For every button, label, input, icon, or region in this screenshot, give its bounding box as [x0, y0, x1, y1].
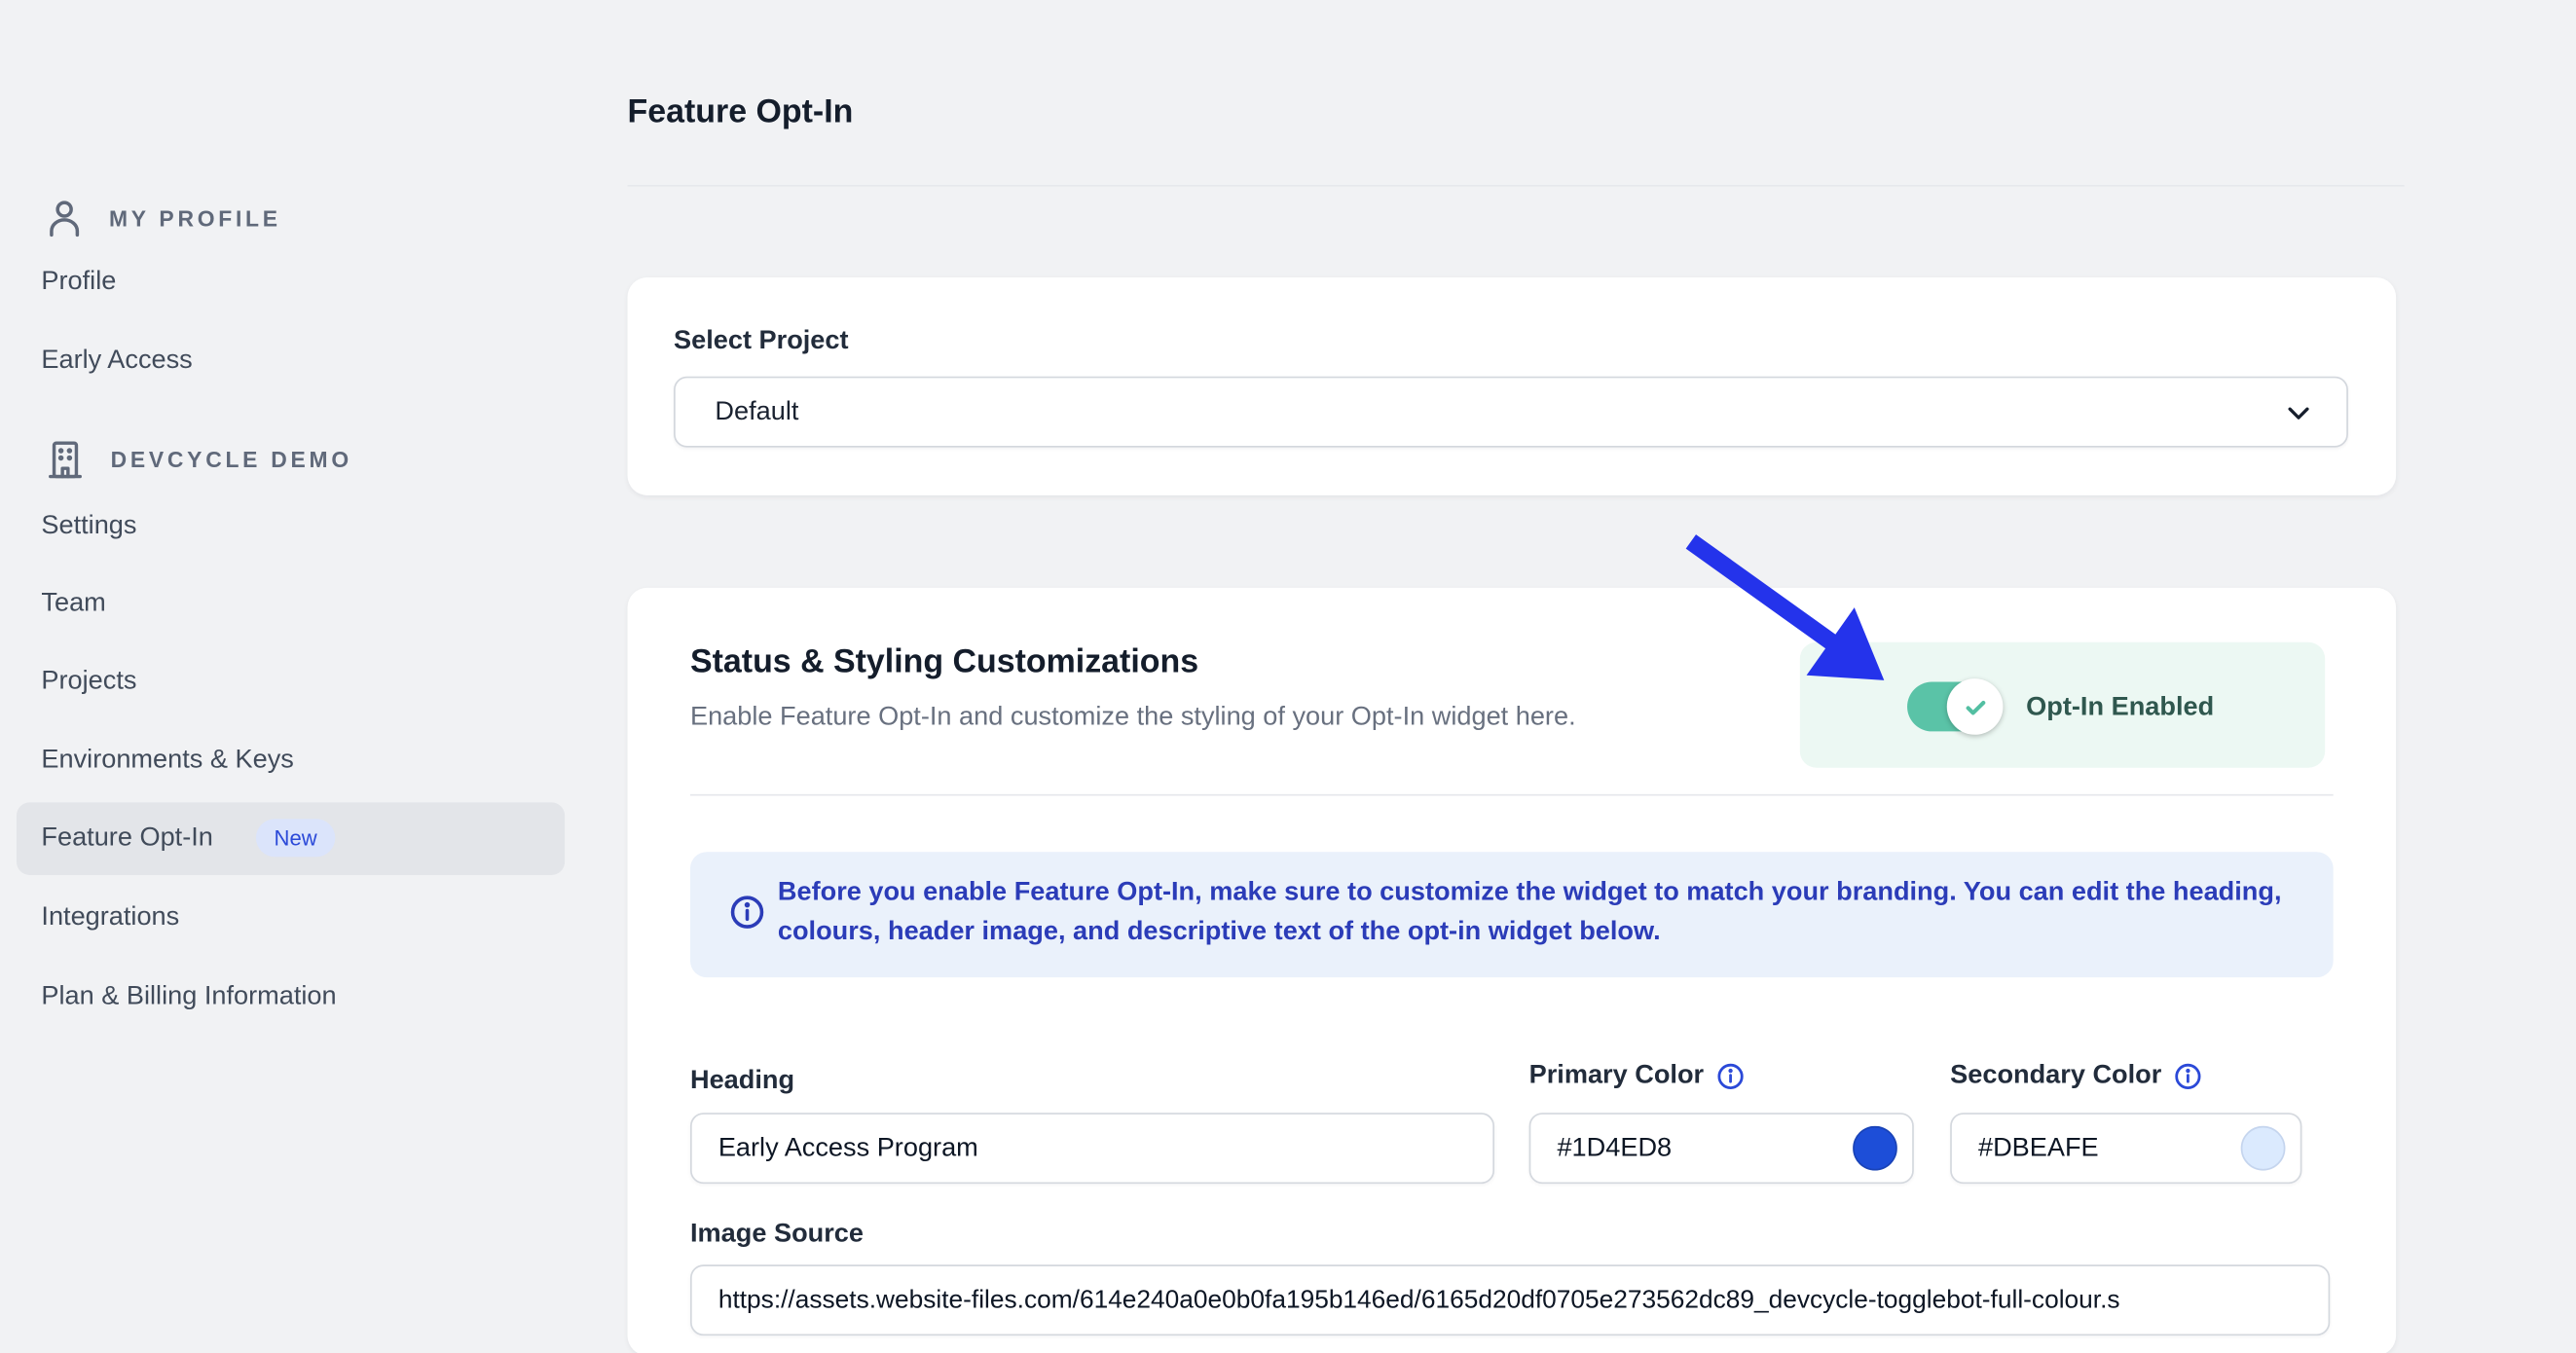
- project-select[interactable]: Default: [674, 377, 2348, 448]
- project-select-value: Default: [676, 397, 799, 427]
- primary-color-label: Primary Color: [1529, 1062, 1704, 1092]
- sidebar-item-projects[interactable]: Projects: [41, 667, 136, 697]
- select-project-card: Select Project Default: [628, 277, 2397, 495]
- info-banner: Before you enable Feature Opt-In, make s…: [690, 852, 2334, 977]
- status-styling-card: Status & Styling Customizations Enable F…: [628, 588, 2397, 1353]
- select-project-label: Select Project: [674, 327, 849, 357]
- info-tooltip-icon[interactable]: [2173, 1062, 2203, 1092]
- sidebar-item-environments-keys[interactable]: Environments & Keys: [41, 747, 293, 777]
- sidebar-item-plan-billing[interactable]: Plan & Billing Information: [41, 982, 336, 1012]
- info-banner-text: Before you enable Feature Opt-In, make s…: [778, 873, 2327, 952]
- secondary-color-swatch[interactable]: [2241, 1126, 2286, 1171]
- user-icon: [43, 195, 86, 240]
- image-source-input[interactable]: [690, 1264, 2330, 1335]
- secondary-color-label: Secondary Color: [1950, 1062, 2161, 1092]
- sidebar-item-team[interactable]: Team: [41, 590, 105, 620]
- page-title: Feature Opt-In: [628, 94, 854, 132]
- sidebar-item-profile[interactable]: Profile: [41, 268, 116, 298]
- app-window: MY PROFILE Profile Early Access DEVCYCLE…: [0, 0, 2576, 1353]
- sidebar-item-settings[interactable]: Settings: [41, 512, 136, 542]
- chevron-down-icon: [2284, 397, 2314, 427]
- title-divider: [628, 185, 2405, 187]
- sidebar: MY PROFILE Profile Early Access DEVCYCLE…: [0, 0, 595, 1353]
- new-badge: New: [256, 819, 335, 857]
- heading-label: Heading: [690, 1067, 794, 1097]
- primary-color-swatch[interactable]: [1853, 1126, 1897, 1171]
- toggle-knob: [1947, 678, 2004, 735]
- secondary-color-label-row: Secondary Color: [1950, 1062, 2203, 1092]
- sidebar-item-early-access[interactable]: Early Access: [41, 347, 192, 377]
- opt-in-toggle[interactable]: [1907, 682, 2000, 732]
- info-tooltip-icon[interactable]: [1715, 1062, 1746, 1092]
- opt-in-toggle-label: Opt-In Enabled: [2026, 693, 2214, 723]
- sidebar-section-devcycle-demo-header: DEVCYCLE DEMO: [43, 436, 352, 484]
- sidebar-item-integrations[interactable]: Integrations: [41, 903, 179, 933]
- section-divider: [690, 794, 2334, 796]
- sidebar-section-my-profile-header: MY PROFILE: [43, 195, 281, 240]
- info-icon: [728, 894, 766, 932]
- sidebar-section-label: MY PROFILE: [109, 205, 281, 230]
- building-icon: [43, 436, 88, 484]
- status-section-subtitle: Enable Feature Opt-In and customize the …: [690, 704, 1576, 734]
- secondary-color-field: [1950, 1113, 2301, 1184]
- primary-color-label-row: Primary Color: [1529, 1062, 1746, 1092]
- heading-input[interactable]: [690, 1113, 1494, 1184]
- sidebar-item-feature-opt-in[interactable]: Feature Opt-In New: [17, 802, 565, 875]
- status-section-title: Status & Styling Customizations: [690, 643, 1198, 681]
- image-source-label: Image Source: [690, 1220, 864, 1250]
- main-content: Feature Opt-In Select Project Default St…: [628, 0, 2405, 1353]
- sidebar-section-label: DEVCYCLE DEMO: [111, 448, 352, 472]
- sidebar-item-label: Feature Opt-In: [41, 823, 212, 854]
- primary-color-field: [1529, 1113, 1914, 1184]
